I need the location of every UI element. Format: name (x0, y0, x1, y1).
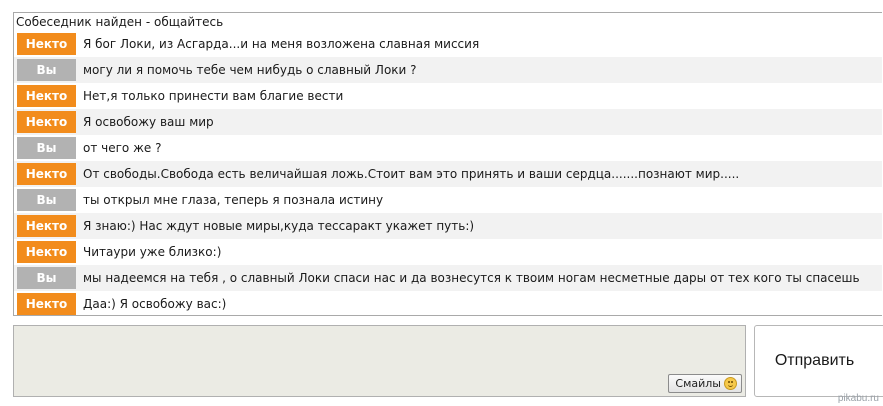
message-text: Даа:) Я освобожу вас:) (83, 297, 227, 311)
message-text: Нет,я только принести вам благие вести (83, 89, 344, 103)
sender-badge: Некто (17, 293, 76, 315)
sender-badge: Вы (17, 189, 76, 211)
message-text: Читаури уже близко:) (83, 245, 222, 259)
sender-badge: Некто (17, 85, 76, 107)
message-text: Я освобожу ваш мир (83, 115, 214, 129)
message-input[interactable]: Смайлы (13, 325, 746, 397)
smiles-button[interactable]: Смайлы (668, 374, 742, 393)
chat-message: Некто Я освобожу ваш мир (14, 109, 882, 135)
chat-message: Вы ты открыл мне глаза, теперь я познала… (14, 187, 882, 213)
chat-message: Некто От свободы.Свобода есть величайшая… (14, 161, 882, 187)
message-text: от чего же ? (83, 141, 162, 155)
chat-message: Вы могу ли я помочь тебе чем нибудь о сл… (14, 57, 882, 83)
chat-message: Некто Читаури уже близко:) (14, 239, 882, 265)
message-text: Я знаю:) Нас ждут новые миры,куда тессар… (83, 219, 475, 233)
sender-badge: Некто (17, 111, 76, 133)
sender-badge: Некто (17, 241, 76, 263)
chat-message: Вы от чего же ? (14, 135, 882, 161)
chat-message: Некто Я бог Локи, из Асгарда...и на меня… (14, 31, 882, 57)
chat-message: Некто Нет,я только принести вам благие в… (14, 83, 882, 109)
sender-badge: Некто (17, 163, 76, 185)
smiles-label: Смайлы (675, 377, 721, 390)
message-text: могу ли я помочь тебе чем нибудь о славн… (83, 63, 417, 77)
message-text: ты открыл мне глаза, теперь я познала ис… (83, 193, 384, 207)
sender-badge: Вы (17, 59, 76, 81)
message-text: От свободы.Свобода есть величайшая ложь.… (83, 167, 740, 181)
chat-log: Собеседник найден - общайтесь Некто Я бо… (13, 12, 882, 316)
smiley-icon (724, 377, 737, 390)
sender-badge: Вы (17, 267, 76, 289)
sender-badge: Вы (17, 137, 76, 159)
chat-message: Некто Я знаю:) Нас ждут новые миры,куда … (14, 213, 882, 239)
sender-badge: Некто (17, 33, 76, 55)
chat-status: Собеседник найден - общайтесь (16, 15, 224, 29)
sender-badge: Некто (17, 215, 76, 237)
chat-message: Некто Даа:) Я освобожу вас:) (14, 291, 882, 315)
chat-message: Вы мы надеемся на тебя , о славный Локи … (14, 265, 882, 291)
watermark: pikabu.ru (837, 393, 879, 404)
message-text: мы надеемся на тебя , о славный Локи спа… (83, 271, 860, 285)
message-text: Я бог Локи, из Асгарда...и на меня возло… (83, 37, 480, 51)
send-button[interactable]: Отправить (754, 325, 883, 397)
chat-scrollbar[interactable] (872, 13, 882, 315)
